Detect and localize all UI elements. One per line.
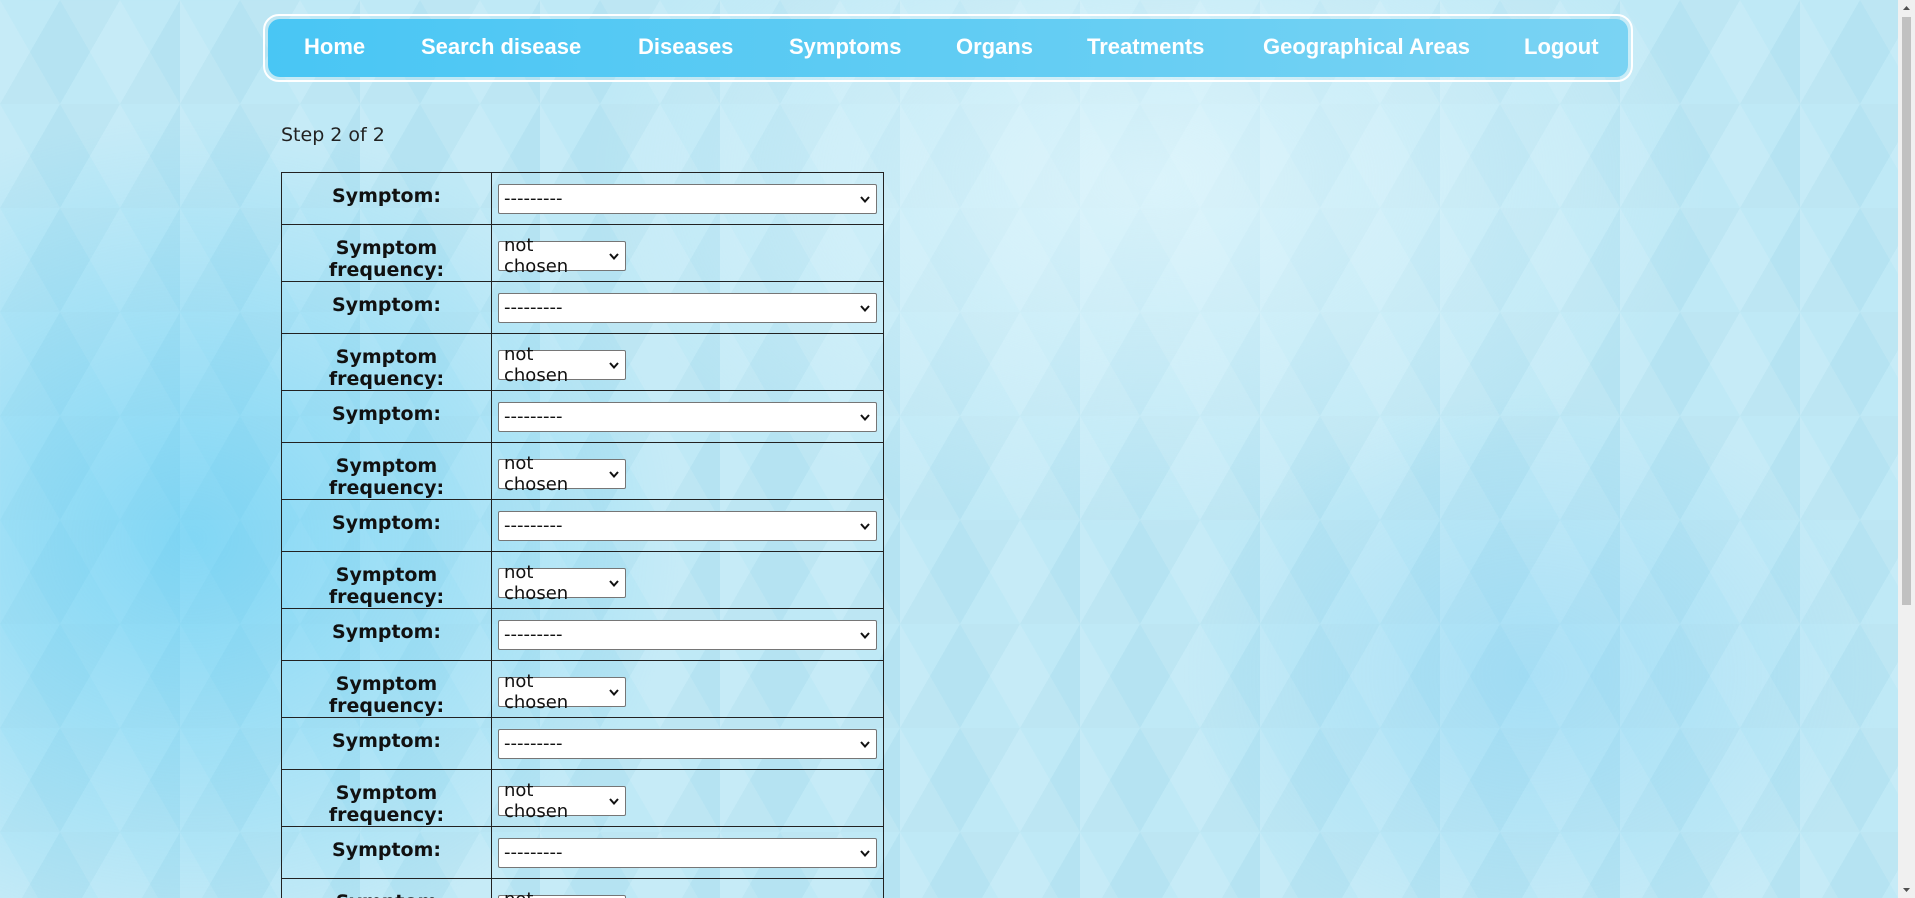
symptom-label: Symptom: <box>281 608 492 661</box>
symptom-frequency-label: Symptom frequency: <box>281 442 492 500</box>
symptom-row: Symptom: --------- <box>281 499 884 552</box>
chevron-down-icon <box>609 688 619 696</box>
chevron-down-icon <box>609 797 619 805</box>
nav-search-disease[interactable]: Search disease <box>421 34 581 60</box>
scroll-down-arrow-icon[interactable] <box>1898 881 1915 898</box>
chevron-down-icon <box>609 252 619 260</box>
chevron-down-icon <box>860 413 870 421</box>
frequency-field-cell: not chosen <box>491 551 884 609</box>
page-scrollbar[interactable] <box>1898 0 1915 898</box>
symptom-select-value: --------- <box>504 406 563 427</box>
symptom-frequency-label: Symptom frequency: <box>281 224 492 282</box>
symptom-frequency-row: Symptom frequency: not chosen <box>281 224 884 282</box>
symptom-frequency-row: Symptom frequency: not chosen <box>281 442 884 500</box>
nav-symptoms[interactable]: Symptoms <box>789 34 901 60</box>
chevron-down-icon <box>609 579 619 587</box>
frequency-field-cell: not chosen <box>491 878 884 898</box>
frequency-select-value: not chosen <box>504 889 603 898</box>
symptom-label: Symptom: <box>281 281 492 334</box>
symptom-select-value: --------- <box>504 515 563 536</box>
symptom-frequency-select[interactable]: not chosen <box>498 235 626 277</box>
nav-geographical-areas[interactable]: Geographical Areas <box>1263 34 1470 60</box>
symptom-field-cell: --------- <box>491 717 884 770</box>
symptom-field-cell: --------- <box>491 390 884 443</box>
chevron-down-icon <box>860 522 870 530</box>
frequency-field-cell: not chosen <box>491 660 884 718</box>
nav-logout[interactable]: Logout <box>1524 34 1599 60</box>
symptom-row: Symptom: --------- <box>281 390 884 443</box>
scrollbar-thumb[interactable] <box>1902 17 1911 605</box>
symptom-select-value: --------- <box>504 624 563 645</box>
symptom-frequency-row: Symptom frequency: not chosen <box>281 769 884 827</box>
symptom-field-cell: --------- <box>491 499 884 552</box>
symptom-frequency-row: Symptom frequency: not chosen <box>281 878 884 898</box>
scroll-up-arrow-icon[interactable] <box>1898 0 1915 17</box>
symptom-select-value: --------- <box>504 188 563 209</box>
chevron-down-icon <box>860 304 870 312</box>
frequency-field-cell: not chosen <box>491 224 884 282</box>
symptom-label: Symptom: <box>281 717 492 770</box>
symptom-select[interactable]: --------- <box>498 619 877 650</box>
symptom-select[interactable]: --------- <box>498 183 877 214</box>
chevron-down-icon <box>609 470 619 478</box>
symptom-frequency-label: Symptom frequency: <box>281 333 492 391</box>
symptom-frequency-select[interactable]: not chosen <box>498 671 626 713</box>
symptom-select[interactable]: --------- <box>498 401 877 432</box>
symptom-row: Symptom: --------- <box>281 826 884 879</box>
symptom-label: Symptom: <box>281 499 492 552</box>
symptom-frequency-select[interactable]: not chosen <box>498 344 626 386</box>
symptom-frequency-row: Symptom frequency: not chosen <box>281 660 884 718</box>
nav-diseases[interactable]: Diseases <box>638 34 733 60</box>
step-indicator: Step 2 of 2 <box>281 124 385 146</box>
symptom-select[interactable]: --------- <box>498 292 877 323</box>
symptom-frequency-row: Symptom frequency: not chosen <box>281 333 884 391</box>
frequency-select-value: not chosen <box>504 779 569 822</box>
frequency-field-cell: not chosen <box>491 769 884 827</box>
symptom-frequency-select[interactable]: not chosen <box>498 453 626 495</box>
symptom-field-cell: --------- <box>491 608 884 661</box>
symptom-field-cell: --------- <box>491 281 884 334</box>
symptom-field-cell: --------- <box>491 172 884 225</box>
symptom-frequency-label: Symptom frequency: <box>281 551 492 609</box>
chevron-down-icon <box>860 631 870 639</box>
symptom-form-table: Symptom: --------- Symptom frequency: not c… <box>281 172 884 898</box>
chevron-down-icon <box>609 361 619 369</box>
frequency-field-cell: not chosen <box>491 442 884 500</box>
nav-treatments[interactable]: Treatments <box>1087 34 1204 60</box>
symptom-select[interactable]: --------- <box>498 728 877 759</box>
symptom-row: Symptom: --------- <box>281 172 884 225</box>
symptom-label: Symptom: <box>281 826 492 879</box>
symptom-row: Symptom: --------- <box>281 281 884 334</box>
symptom-frequency-row: Symptom frequency: not chosen <box>281 551 884 609</box>
frequency-select-value: not chosen <box>504 561 569 604</box>
symptom-label: Symptom: <box>281 172 492 225</box>
frequency-field-cell: not chosen <box>491 333 884 391</box>
symptom-frequency-label: Symptom frequency: <box>281 660 492 718</box>
nav-home[interactable]: Home <box>304 34 365 60</box>
chevron-down-icon <box>860 195 870 203</box>
frequency-select-value: not chosen <box>504 343 569 386</box>
symptom-row: Symptom: --------- <box>281 717 884 770</box>
chevron-down-icon <box>860 740 870 748</box>
symptom-frequency-label: Symptom frequency: <box>281 769 492 827</box>
frequency-select-value: not chosen <box>504 452 569 495</box>
chevron-down-icon <box>860 849 870 857</box>
symptom-frequency-select[interactable]: not chosen <box>498 780 626 822</box>
symptom-select-value: --------- <box>504 297 563 318</box>
symptom-frequency-select[interactable]: not chosen <box>498 562 626 604</box>
symptom-select-value: --------- <box>504 842 563 863</box>
symptom-form-body: Symptom: --------- Symptom frequency: not c… <box>281 172 884 898</box>
symptom-frequency-label: Symptom frequency: <box>281 878 492 898</box>
symptom-select[interactable]: --------- <box>498 837 877 868</box>
frequency-select-value: not chosen <box>504 670 569 713</box>
frequency-select-value: not chosen <box>504 234 569 277</box>
symptom-field-cell: --------- <box>491 826 884 879</box>
symptom-select-value: --------- <box>504 733 563 754</box>
nav-organs[interactable]: Organs <box>956 34 1033 60</box>
symptom-frequency-select[interactable]: not chosen <box>498 889 626 898</box>
symptom-row: Symptom: --------- <box>281 608 884 661</box>
symptom-select[interactable]: --------- <box>498 510 877 541</box>
symptom-label: Symptom: <box>281 390 492 443</box>
